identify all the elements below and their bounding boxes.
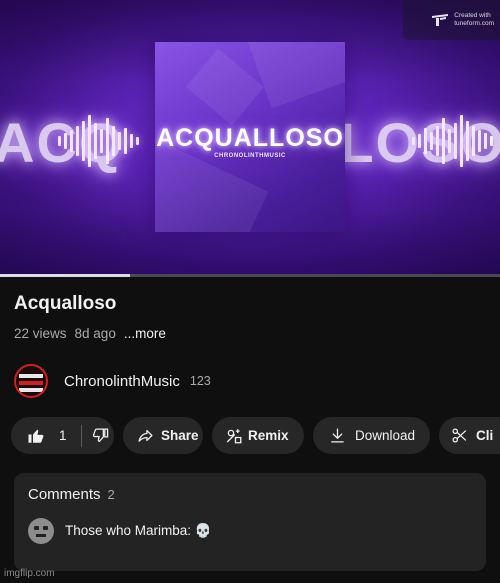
waveform-bar	[472, 126, 475, 156]
waveform-bar	[130, 134, 133, 148]
waveform-bar	[100, 129, 103, 153]
waveform-bar	[118, 132, 121, 150]
channel-avatar[interactable]	[14, 364, 48, 398]
waveform-right	[412, 113, 493, 169]
video-title: Acqualloso	[14, 293, 117, 314]
waveform-bar	[412, 137, 415, 145]
remix-button[interactable]: Remix	[212, 417, 304, 454]
comments-panel[interactable]: Comments 2 Those who Marimba: 💀	[14, 473, 486, 571]
cover-subtitle: CHRONOLINTHMUSIC	[214, 153, 286, 159]
thumbs-down-icon[interactable]	[92, 427, 109, 444]
waveform-bar	[124, 128, 127, 154]
download-button[interactable]: Download	[313, 417, 430, 454]
progress-bar[interactable]	[0, 274, 500, 277]
album-cover: ACQUALLOSO CHRONOLINTHMUSIC	[155, 42, 345, 232]
channel-name[interactable]: ChronolinthMusic	[64, 373, 180, 390]
tuneform-watermark: Created with tuneform.com	[403, 0, 500, 40]
waveform-bar	[484, 133, 487, 149]
remix-icon	[226, 428, 242, 443]
video-player[interactable]: ACQ LOSO ACQUALLOSO CHRONOLINTHMUSIC Cre…	[0, 0, 500, 277]
watermark-line1: Created with	[454, 12, 491, 19]
comments-count: 2	[107, 487, 115, 502]
upload-age: 8d ago	[74, 326, 116, 341]
share-icon	[138, 429, 153, 442]
waveform-bar	[490, 136, 493, 146]
more-link[interactable]: ...more	[124, 326, 166, 341]
waveform-bar	[466, 121, 469, 161]
waveform-bar	[64, 133, 67, 149]
waveform-bar	[70, 130, 73, 152]
cover-title: ACQUALLOSO	[156, 124, 344, 152]
watermark-line2: tuneform.com	[454, 20, 494, 27]
tuneform-logo-icon	[432, 14, 449, 26]
commenter-avatar	[28, 518, 54, 544]
share-button[interactable]: Share	[123, 417, 203, 454]
view-count: 22 views	[14, 326, 67, 341]
waveform-bar	[88, 115, 91, 167]
waveform-bar	[418, 134, 421, 148]
clip-label: Cli	[476, 428, 494, 443]
comments-title: Comments	[28, 486, 101, 503]
waveform-bar	[76, 126, 79, 156]
waveform-bar	[478, 130, 481, 152]
waveform-bar	[448, 129, 451, 153]
waveform-left	[58, 113, 139, 169]
waveform-bar	[58, 136, 61, 146]
comment-text: Those who Marimba: 💀	[65, 523, 212, 538]
thumbs-up-icon[interactable]	[27, 427, 45, 445]
waveform-bar	[112, 126, 115, 156]
waveform-bar	[460, 115, 463, 167]
video-meta: 22 views 8d ago ...more	[14, 326, 166, 341]
download-icon	[331, 428, 344, 443]
waveform-bar	[82, 121, 85, 161]
waveform-bar	[454, 123, 457, 159]
remix-label: Remix	[248, 428, 289, 443]
share-label: Share	[161, 428, 199, 443]
top-comment[interactable]: Those who Marimba: 💀	[28, 518, 212, 544]
imgflip-watermark: imgflip.com	[4, 568, 55, 579]
clip-button[interactable]: Cli	[439, 417, 500, 454]
channel-row[interactable]: ChronolinthMusic 123	[14, 364, 211, 398]
action-bar: 1 Share Remix Download Cli	[11, 417, 500, 454]
like-divider	[80, 424, 82, 447]
waveform-bar	[430, 132, 433, 150]
waveform-bar	[424, 128, 427, 154]
waveform-bar	[442, 118, 445, 164]
like-count: 1	[59, 428, 67, 443]
waveform-bar	[436, 126, 439, 156]
subscriber-count: 123	[189, 374, 211, 388]
waveform-bar	[94, 123, 97, 159]
scissors-icon	[452, 428, 467, 443]
waveform-bar	[136, 137, 139, 145]
download-label: Download	[355, 428, 416, 443]
like-dislike-pill: 1	[11, 417, 114, 454]
waveform-bar	[106, 118, 109, 164]
progress-fill	[0, 274, 130, 277]
